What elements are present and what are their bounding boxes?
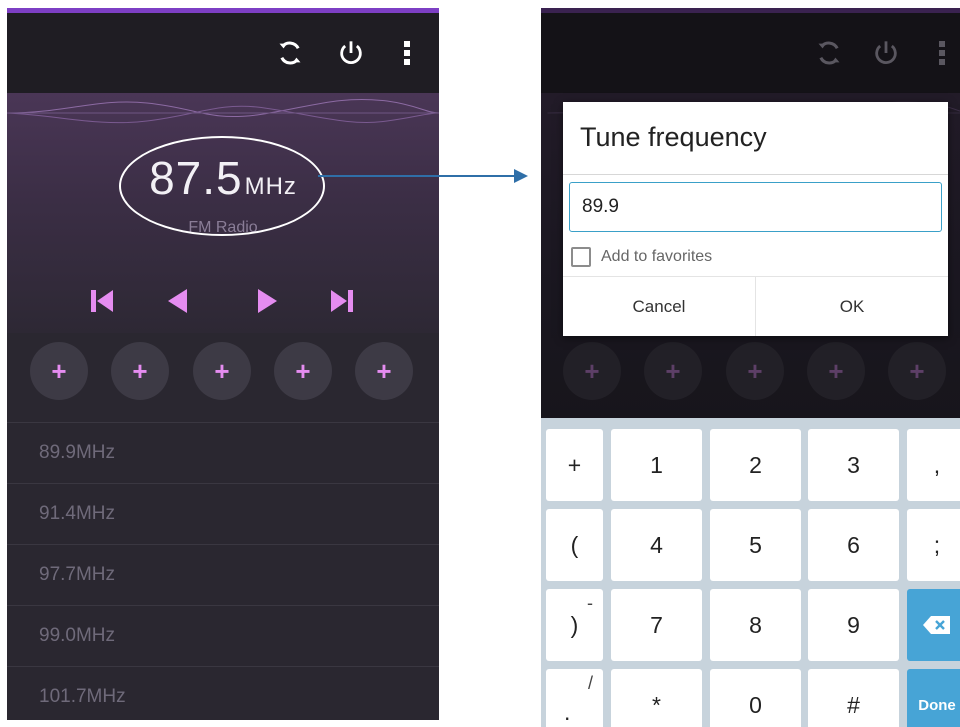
preset-add-button-1[interactable]: +: [563, 342, 621, 400]
app-toolbar: [7, 13, 439, 93]
waveform-decoration: [7, 98, 439, 124]
key-asterisk[interactable]: *: [611, 669, 702, 727]
key-1[interactable]: 1: [611, 429, 702, 501]
add-to-favorites-checkbox[interactable]: [571, 247, 591, 267]
key-close-paren[interactable]: ) -: [546, 589, 603, 661]
done-key[interactable]: Done: [907, 669, 960, 727]
fm-radio-screen: 87.5MHz FM Radio + + + + + 89.9 MHz 91.4 M…: [7, 8, 439, 720]
station-item[interactable]: 91.4 MHz: [7, 483, 439, 544]
station-item[interactable]: 97.7 MHz: [7, 544, 439, 605]
station-frequency: 101.7: [39, 686, 87, 707]
ok-button[interactable]: OK: [755, 277, 948, 336]
key-6[interactable]: 6: [808, 509, 899, 581]
more-vert-icon[interactable]: [924, 35, 960, 71]
preset-add-button-5[interactable]: +: [355, 342, 413, 400]
add-to-favorites-label: Add to favorites: [601, 248, 713, 265]
key-alt-char: /: [587, 673, 593, 693]
station-unit: MHz: [75, 442, 116, 463]
preset-add-button-2[interactable]: +: [111, 342, 169, 400]
key-5[interactable]: 5: [710, 509, 801, 581]
more-vert-icon[interactable]: [389, 35, 425, 71]
station-list: 89.9 MHz 91.4 MHz 97.7 MHz 99.0 MHz 101.7 MHz: [7, 422, 439, 720]
highlight-oval: [119, 136, 325, 236]
key-semicolon[interactable]: ;: [907, 509, 960, 581]
station-item[interactable]: 89.9 MHz: [7, 422, 439, 483]
skip-previous-icon[interactable]: [87, 286, 117, 316]
key-7[interactable]: 7: [611, 589, 702, 661]
station-frequency: 99.0: [39, 625, 76, 646]
callout-arrow-line: [318, 175, 518, 177]
refresh-icon[interactable]: [272, 35, 308, 71]
preset-add-button-3[interactable]: +: [726, 342, 784, 400]
station-frequency: 97.7: [39, 564, 76, 585]
power-icon[interactable]: [868, 35, 904, 71]
playback-controls: [7, 286, 439, 316]
key-period[interactable]: . /: [546, 669, 603, 727]
key-3[interactable]: 3: [808, 429, 899, 501]
preset-buttons: + + + + +: [7, 342, 439, 402]
skip-next-icon[interactable]: [327, 286, 357, 316]
preset-add-button-4[interactable]: +: [274, 342, 332, 400]
key-0[interactable]: 0: [710, 669, 801, 727]
frequency-input[interactable]: 89.9: [569, 182, 942, 232]
preset-add-button-2[interactable]: +: [644, 342, 702, 400]
preset-add-button-3[interactable]: +: [193, 342, 251, 400]
numeric-keyboard: + 1 2 3 , ( 4 5 6 ; ) - 7 8 9 . / * 0 # …: [541, 418, 960, 727]
preset-add-button-4[interactable]: +: [807, 342, 865, 400]
key-9[interactable]: 9: [808, 589, 899, 661]
preset-add-button-1[interactable]: +: [30, 342, 88, 400]
key-8[interactable]: 8: [710, 589, 801, 661]
key-hash[interactable]: #: [808, 669, 899, 727]
seek-forward-icon[interactable]: [252, 286, 282, 316]
station-frequency: 89.9: [39, 442, 76, 463]
key-open-paren[interactable]: (: [546, 509, 603, 581]
station-item[interactable]: 101.7 MHz: [7, 666, 439, 720]
key-main-char: ): [570, 611, 579, 638]
key-comma[interactable]: ,: [907, 429, 960, 501]
key-alt-char: -: [587, 593, 593, 613]
preset-buttons-dimmed: + + + + +: [541, 342, 960, 402]
dialog-buttons: Cancel OK: [563, 276, 948, 336]
callout-arrow-head: [514, 169, 528, 183]
cancel-button[interactable]: Cancel: [563, 277, 755, 336]
station-unit: MHz: [75, 503, 116, 524]
tune-dialog-screen: + + + + + Tune frequency 89.9 Add to fav…: [541, 8, 960, 727]
key-4[interactable]: 4: [611, 509, 702, 581]
favorites-option[interactable]: Add to favorites: [571, 246, 712, 268]
preset-add-button-5[interactable]: +: [888, 342, 946, 400]
key-main-char: .: [564, 699, 571, 725]
key-plus[interactable]: +: [546, 429, 603, 501]
dialog-divider: [563, 174, 948, 175]
station-frequency: 91.4: [39, 503, 76, 524]
refresh-icon[interactable]: [811, 35, 847, 71]
station-item[interactable]: 99.0 MHz: [7, 605, 439, 666]
seek-back-icon[interactable]: [163, 286, 193, 316]
backspace-icon: [923, 616, 950, 634]
station-unit: MHz: [75, 564, 116, 585]
key-2[interactable]: 2: [710, 429, 801, 501]
screenshot-stage: 87.5MHz FM Radio + + + + + 89.9 MHz 91.4 M…: [0, 0, 960, 727]
app-toolbar-dimmed: [541, 13, 960, 93]
dialog-title: Tune frequency: [580, 122, 767, 152]
power-icon[interactable]: [333, 35, 369, 71]
station-unit: MHz: [86, 686, 126, 707]
tune-frequency-dialog: Tune frequency 89.9 Add to favorites Can…: [563, 102, 948, 336]
backspace-key[interactable]: [907, 589, 960, 661]
station-unit: MHz: [75, 625, 116, 646]
